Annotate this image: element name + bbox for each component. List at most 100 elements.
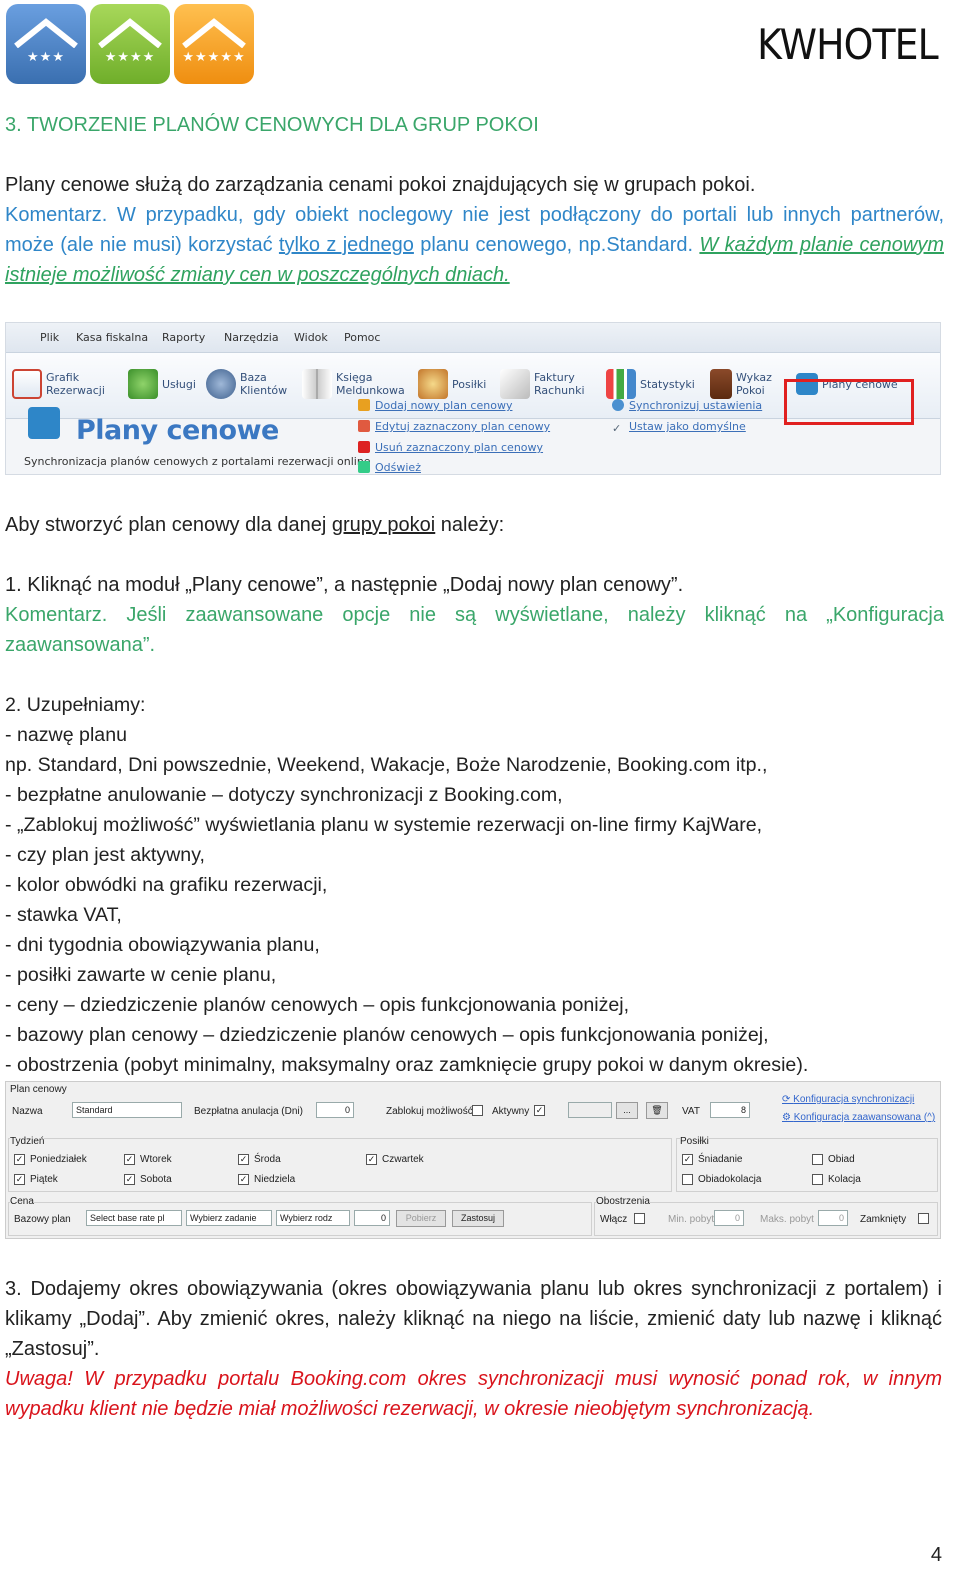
step-2-item: - bazowy plan cenowy – dziedziczenie pla…: [5, 1024, 769, 1046]
logo-3-stars: ★★★: [6, 4, 86, 84]
step-2-item: - nazwę planu: [5, 724, 127, 746]
meal-label: Obiadokolacja: [698, 1174, 762, 1185]
day-label: Sobota: [140, 1174, 172, 1185]
step-2-item: - obostrzenia (pobyt minimalny, maksymal…: [5, 1054, 809, 1076]
step-1-comment: Komentarz. Jeśli zaawansowane opcje nie …: [5, 604, 944, 656]
gear-icon: ⚙: [782, 1112, 794, 1123]
day-checkbox[interactable]: ✓: [238, 1174, 249, 1185]
intro-paragraph: Plany cenowe służą do zarządzania cenami…: [5, 170, 944, 290]
days-group: [8, 1138, 672, 1192]
step-2-item: - bezpłatne anulowanie – dotyczy synchro…: [5, 784, 563, 806]
brand-logo: KWHOTEL: [757, 20, 939, 69]
menu-item-pomoc[interactable]: Pomoc: [344, 331, 380, 344]
menu-item-raporty[interactable]: Raporty: [162, 331, 205, 344]
day-label: Piątek: [30, 1174, 58, 1185]
steps-intro: Aby stworzyć plan cenowy dla danej grupy…: [5, 514, 505, 536]
day-checkbox[interactable]: ✓: [238, 1154, 249, 1165]
color-swatch[interactable]: [568, 1102, 612, 1118]
apply-button[interactable]: Zastosuj: [452, 1210, 504, 1227]
menu-item-plik[interactable]: Plik: [40, 331, 59, 344]
group-title: Plan cenowy: [10, 1084, 67, 1095]
restrictions-title: Obostrzenia: [596, 1196, 650, 1207]
days-title: Tydzień: [10, 1136, 45, 1147]
day-label: Wtorek: [140, 1154, 172, 1165]
vat-input[interactable]: 8: [710, 1102, 750, 1118]
ribbon-grafik[interactable]: Grafik Rezerwacji: [12, 361, 105, 407]
comment-underlined: tylko z jednego: [278, 234, 414, 256]
sync-caption: Synchronizacja planów cenowych z portala…: [24, 455, 371, 468]
module-title: Plany cenowe: [76, 415, 279, 446]
refresh-icon: [358, 461, 370, 473]
day-checkbox[interactable]: ✓: [124, 1174, 135, 1185]
name-input[interactable]: Standard: [72, 1102, 182, 1118]
step-2-item: - posiłki zawarte w cenie planu,: [5, 964, 277, 986]
step-2-item: - ceny – dziedziczenie planów cenowych –…: [5, 994, 630, 1016]
delete-plan-link[interactable]: Usuń zaznaczony plan cenowy: [358, 441, 543, 454]
day-label: Środa: [254, 1154, 281, 1165]
menu-item-narzedzia[interactable]: Narzędzia: [224, 331, 279, 344]
meal-label: Śniadanie: [698, 1154, 743, 1165]
free-cancel-stepper[interactable]: 0: [316, 1102, 354, 1118]
color-button[interactable]: ...: [616, 1102, 638, 1119]
door-icon: [710, 369, 732, 399]
meal-checkbox[interactable]: ✓: [682, 1154, 693, 1165]
day-checkbox[interactable]: ✓: [14, 1154, 25, 1165]
room-groups-link[interactable]: grupy pokoi: [332, 514, 435, 536]
refresh-link[interactable]: Odśwież: [358, 461, 421, 474]
add-plan-link[interactable]: Dodaj nowy plan cenowy: [358, 399, 512, 412]
fetch-button[interactable]: Pobierz: [396, 1210, 446, 1227]
menu-item-kasa[interactable]: Kasa fiskalna: [76, 331, 148, 344]
intro-line: Plany cenowe służą do zarządzania cenami…: [5, 174, 756, 196]
meal-checkbox[interactable]: [682, 1174, 693, 1185]
value-stepper[interactable]: 0: [354, 1210, 390, 1226]
price-plan-icon: [28, 407, 60, 439]
stars-icon: ★★★★★: [182, 50, 246, 65]
meal-label: Kolacja: [828, 1174, 861, 1185]
advanced-config-link[interactable]: ⚙ Konfiguracja zaawansowana (^): [782, 1112, 935, 1123]
invoice-icon: [500, 369, 530, 399]
ribbon-baza[interactable]: Baza Klientów: [206, 361, 288, 407]
closed-label: Zamknięty: [860, 1214, 907, 1225]
meal-checkbox[interactable]: [812, 1154, 823, 1165]
task-select[interactable]: Wybierz zadanie: [186, 1210, 272, 1226]
day-checkbox[interactable]: ✓: [14, 1174, 25, 1185]
edit-plan-link[interactable]: Edytuj zaznaczony plan cenowy: [358, 420, 550, 433]
kind-select[interactable]: Wybierz rodz: [276, 1210, 350, 1226]
roof-icon: [98, 18, 162, 48]
ribbon-faktury[interactable]: Faktury Rachunki: [500, 361, 586, 407]
block-checkbox[interactable]: [472, 1105, 483, 1116]
free-cancel-label: Bezpłatna anulacja (Dni): [194, 1106, 303, 1117]
highlight-box: [784, 379, 914, 425]
include-label: Włącz: [600, 1214, 628, 1225]
sync-icon: ⟳: [782, 1094, 794, 1105]
step-2-title: 2. Uzupełniamy:: [5, 694, 146, 716]
closed-checkbox[interactable]: [918, 1213, 929, 1224]
ribbon-uslugi[interactable]: Usługi: [128, 361, 196, 407]
active-label: Aktywny: [492, 1106, 530, 1117]
logo-4-stars: ★★★★: [90, 4, 170, 84]
include-checkbox[interactable]: [634, 1213, 645, 1224]
vat-label: VAT: [682, 1106, 700, 1117]
name-label: Nazwa: [12, 1106, 43, 1117]
day-checkbox[interactable]: ✓: [124, 1154, 135, 1165]
services-icon: [128, 369, 158, 399]
roof-icon: [14, 18, 78, 48]
set-default-link[interactable]: ✓ Ustaw jako domyślne: [612, 420, 746, 435]
active-checkbox[interactable]: ✓: [534, 1105, 545, 1116]
step-2-item: - dni tygodnia obowiązywania planu,: [5, 934, 320, 956]
comment-text-2: planu cenowego, np.Standard.: [413, 234, 700, 256]
base-plan-select[interactable]: Select base rate pl: [86, 1210, 182, 1226]
meal-checkbox[interactable]: [812, 1174, 823, 1185]
menu-item-widok[interactable]: Widok: [294, 331, 328, 344]
block-label: Zablokuj możliwość: [386, 1106, 473, 1117]
max-stay-stepper[interactable]: 0: [818, 1210, 848, 1226]
sync-settings-link[interactable]: Synchronizuj ustawienia: [612, 399, 762, 412]
sync-config-link[interactable]: ⟳ Konfiguracja synchronizacji: [782, 1094, 914, 1105]
calendar-icon: [12, 369, 42, 399]
meals-icon: [418, 369, 448, 399]
min-stay-stepper[interactable]: 0: [714, 1210, 744, 1226]
book-icon: [302, 369, 332, 399]
day-checkbox[interactable]: ✓: [366, 1154, 377, 1165]
trash-icon[interactable]: 🗑: [646, 1102, 668, 1119]
base-plan-label: Bazowy plan: [14, 1214, 71, 1225]
